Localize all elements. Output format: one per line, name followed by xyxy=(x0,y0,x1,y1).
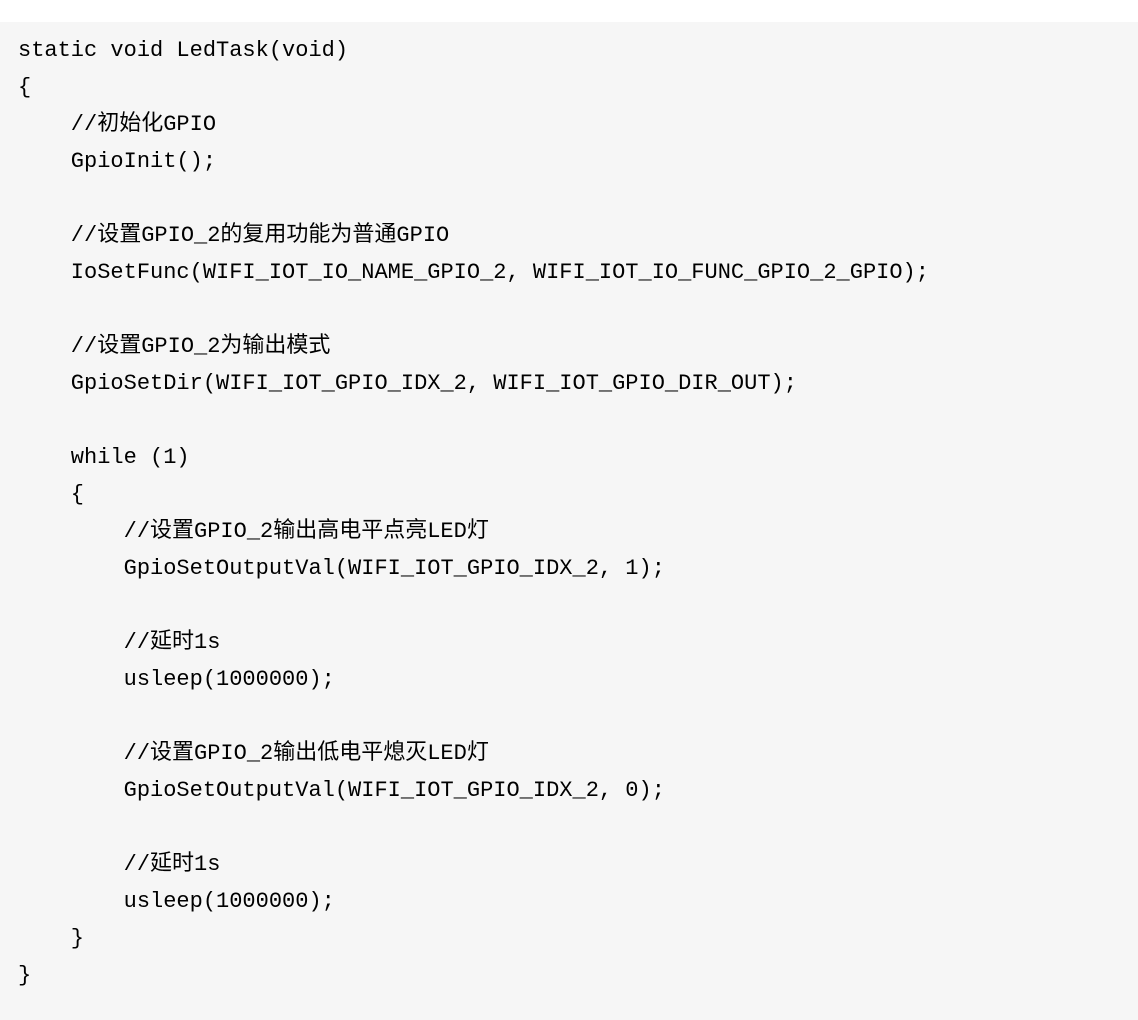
code-block: static void LedTask(void) { //初始化GPIO Gp… xyxy=(0,22,1138,1020)
code-content: static void LedTask(void) { //初始化GPIO Gp… xyxy=(18,38,929,988)
